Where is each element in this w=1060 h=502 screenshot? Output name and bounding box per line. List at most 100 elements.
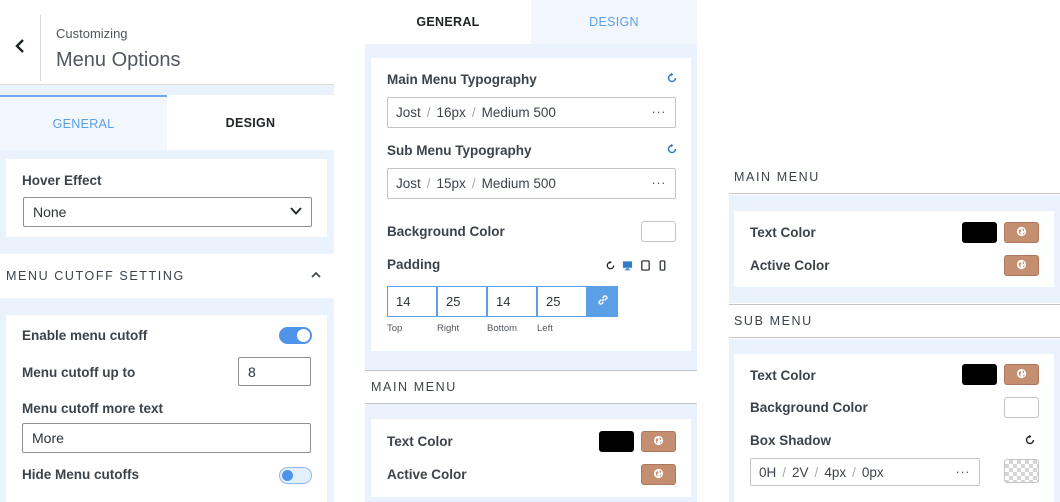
globe-icon xyxy=(653,433,664,451)
reset-icon[interactable] xyxy=(666,71,678,83)
chevron-left-icon xyxy=(15,38,25,58)
typography-font: Jost xyxy=(396,176,421,191)
hover-effect-label: Hover Effect xyxy=(22,173,102,188)
tab-design[interactable]: DESIGN xyxy=(167,95,334,150)
padding-value: 25 xyxy=(446,294,461,309)
cutoff-up-to-input[interactable]: 8 xyxy=(238,357,311,386)
customizer-panel-middle: GENERAL DESIGN Main Menu Typography Jost… xyxy=(365,0,697,502)
customizing-label: Customizing xyxy=(56,26,128,41)
active-color-label: Active Color xyxy=(750,258,830,273)
more-options-icon: ··· xyxy=(651,104,666,119)
shadow-spread: 0px xyxy=(861,464,884,480)
chevron-up-icon xyxy=(310,269,322,284)
menu-cutoff-card: Enable menu cutoff Menu cutoff up to 8 M… xyxy=(6,315,327,502)
cutoff-more-text-input[interactable]: More xyxy=(22,423,311,453)
global-color-button[interactable] xyxy=(1004,222,1039,243)
padding-value: 14 xyxy=(396,294,411,309)
main-typography-label: Main Menu Typography xyxy=(387,72,537,87)
menu-cutoff-section-header[interactable]: MENU CUTOFF SETTING xyxy=(0,254,334,298)
page-title: Menu Options xyxy=(56,49,181,71)
typography-weight: Medium 500 xyxy=(481,105,556,120)
global-color-button[interactable] xyxy=(641,464,676,485)
padding-bottom-input[interactable]: 14 xyxy=(487,286,537,317)
cutoff-up-to-value: 8 xyxy=(248,363,256,380)
tab-bar: GENERAL DESIGN xyxy=(0,95,334,150)
chevron-down-icon xyxy=(289,204,303,221)
more-options-icon: ··· xyxy=(955,464,970,479)
toggle-knob xyxy=(282,470,293,481)
sub-typography-label: Sub Menu Typography xyxy=(387,143,532,158)
back-button[interactable] xyxy=(0,15,41,81)
globe-icon xyxy=(1016,257,1027,275)
enable-cutoff-label: Enable menu cutoff xyxy=(22,328,148,343)
reset-icon[interactable] xyxy=(666,142,678,154)
hide-cutoffs-toggle[interactable] xyxy=(279,467,312,484)
section-title: MAIN MENU xyxy=(371,380,457,394)
padding-top-label: Top xyxy=(387,323,403,334)
reset-icon[interactable] xyxy=(605,258,616,270)
globe-icon xyxy=(1016,224,1027,242)
padding-right-label: Right xyxy=(437,323,460,334)
hover-effect-value: None xyxy=(33,204,67,220)
typography-font: Jost xyxy=(396,105,421,120)
cutoff-more-text-label: Menu cutoff more text xyxy=(22,401,164,416)
background-color-swatch[interactable] xyxy=(641,221,676,242)
padding-top-input[interactable]: 14 xyxy=(387,286,437,317)
text-color-label: Text Color xyxy=(750,225,816,240)
customizer-panel-left: Customizing Menu Options GENERAL DESIGN … xyxy=(0,0,334,502)
customizer-header: Customizing Menu Options xyxy=(0,0,334,85)
tab-general[interactable]: GENERAL xyxy=(365,0,531,44)
main-typography-picker[interactable]: Jost/ 16px / Medium 500 ··· xyxy=(387,97,676,128)
padding-bottom-label: Bottom xyxy=(487,323,518,334)
mobile-icon[interactable] xyxy=(657,258,668,271)
sub-menu-colors-card: Text Color Background Color Box Shadow 0… xyxy=(734,354,1054,502)
customizer-panel-right: MAIN MENU Text Color Active Color SUB ME… xyxy=(729,0,1060,502)
padding-value: 25 xyxy=(546,294,561,309)
background-color-label: Background Color xyxy=(387,224,505,239)
link-values-button[interactable] xyxy=(587,286,618,317)
typography-weight: Medium 500 xyxy=(481,176,556,191)
more-options-icon: ··· xyxy=(651,175,666,190)
globe-icon xyxy=(653,466,664,484)
hide-cutoffs-label: Hide Menu cutoffs xyxy=(22,467,139,482)
text-color-label: Text Color xyxy=(750,368,816,383)
main-menu-section-header: MAIN MENU xyxy=(729,161,1060,194)
padding-right-input[interactable]: 25 xyxy=(437,286,487,317)
padding-left-input[interactable]: 25 xyxy=(537,286,587,317)
section-title: MENU CUTOFF SETTING xyxy=(6,269,185,283)
padding-label: Padding xyxy=(387,257,441,272)
typography-size: 16px xyxy=(436,105,466,120)
desktop-icon[interactable] xyxy=(622,258,633,271)
tab-general[interactable]: GENERAL xyxy=(0,95,167,150)
text-color-swatch[interactable] xyxy=(962,364,997,385)
section-title: SUB MENU xyxy=(734,314,813,328)
enable-cutoff-toggle[interactable] xyxy=(279,327,312,344)
sub-menu-section-header: SUB MENU xyxy=(729,304,1060,338)
cutoff-up-to-label: Menu cutoff up to xyxy=(22,365,136,380)
active-color-label: Active Color xyxy=(387,467,467,482)
main-menu-section-header: MAIN MENU xyxy=(365,370,697,404)
shadow-v: 2V xyxy=(792,464,809,480)
text-color-swatch[interactable] xyxy=(962,222,997,243)
global-color-button[interactable] xyxy=(641,431,676,452)
box-shadow-picker[interactable]: 0H/ 2V/ 4px/ 0px ··· xyxy=(750,458,980,486)
text-color-label: Text Color xyxy=(387,434,453,449)
shadow-blur: 4px xyxy=(824,464,847,480)
toggle-knob xyxy=(297,329,310,342)
globe-icon xyxy=(1016,366,1027,384)
cutoff-more-text-value: More xyxy=(32,430,64,446)
global-color-button[interactable] xyxy=(1004,255,1039,276)
tab-bar: GENERAL DESIGN xyxy=(365,0,697,44)
shadow-color-swatch[interactable] xyxy=(1004,459,1039,483)
main-menu-colors-card: Text Color Active Color xyxy=(734,211,1054,287)
reset-icon[interactable] xyxy=(1024,433,1036,445)
tab-design[interactable]: DESIGN xyxy=(531,0,697,44)
shadow-h: 0H xyxy=(759,464,777,480)
typography-size: 15px xyxy=(436,176,466,191)
global-color-button[interactable] xyxy=(1004,364,1039,385)
text-color-swatch[interactable] xyxy=(599,431,634,452)
sub-typography-picker[interactable]: Jost/ 15px / Medium 500 ··· xyxy=(387,168,676,199)
tablet-icon[interactable] xyxy=(640,258,651,271)
background-color-swatch[interactable] xyxy=(1004,397,1039,418)
hover-effect-select[interactable]: None xyxy=(23,197,312,227)
